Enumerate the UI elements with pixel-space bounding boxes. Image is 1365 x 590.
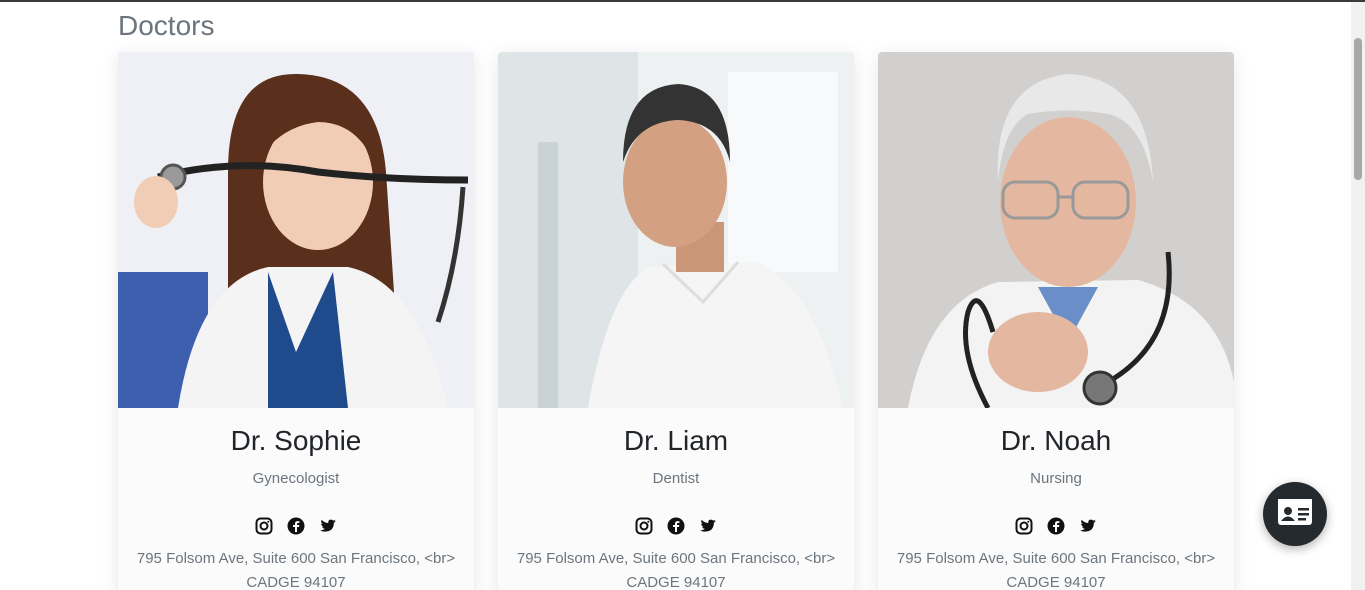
address-line-2: CADGE 94107 bbox=[626, 574, 726, 590]
doctor-photo bbox=[878, 52, 1234, 408]
contact-card-icon bbox=[1277, 498, 1313, 531]
instagram-icon[interactable] bbox=[1015, 517, 1033, 535]
doctor-specialty: Gynecologist bbox=[252, 470, 340, 487]
facebook-icon[interactable] bbox=[287, 517, 305, 535]
social-links bbox=[878, 517, 1234, 535]
social-links bbox=[498, 517, 854, 535]
twitter-icon[interactable] bbox=[1079, 517, 1097, 535]
facebook-icon[interactable] bbox=[1047, 517, 1065, 535]
doctor-card-liam: Dr. Liam Dentist 795 Folsom Ave, Suite 6… bbox=[498, 52, 854, 590]
twitter-icon[interactable] bbox=[319, 517, 337, 535]
scrollbar-thumb[interactable] bbox=[1354, 38, 1362, 180]
doctor-photo bbox=[118, 52, 474, 408]
doctor-address: 795 Folsom Ave, Suite 600 San Francisco,… bbox=[118, 547, 474, 590]
contact-card-button[interactable] bbox=[1263, 482, 1327, 546]
instagram-icon[interactable] bbox=[635, 517, 653, 535]
instagram-icon[interactable] bbox=[255, 517, 273, 535]
address-line-1: 795 Folsom Ave, Suite 600 San Francisco,… bbox=[896, 550, 1216, 567]
doctor-card-noah: Dr. Noah Nursing 795 Folsom Ave, Suite 6… bbox=[878, 52, 1234, 590]
doctor-specialty: Nursing bbox=[1030, 470, 1082, 487]
doctor-cards: Dr. Sophie Gynecologist 795 Folsom Ave, … bbox=[118, 52, 1234, 590]
doctor-address: 795 Folsom Ave, Suite 600 San Francisco,… bbox=[878, 547, 1234, 590]
vertical-scrollbar[interactable] bbox=[1351, 2, 1365, 590]
doctor-specialty: Dentist bbox=[652, 470, 700, 487]
doctor-name: Dr. Liam bbox=[623, 425, 729, 456]
doctor-name: Dr. Noah bbox=[1000, 425, 1112, 456]
address-line-2: CADGE 94107 bbox=[1006, 574, 1106, 590]
social-links bbox=[118, 517, 474, 535]
doctor-card-sophie: Dr. Sophie Gynecologist 795 Folsom Ave, … bbox=[118, 52, 474, 590]
doctor-address: 795 Folsom Ave, Suite 600 San Francisco,… bbox=[498, 547, 854, 590]
doctor-name: Dr. Sophie bbox=[230, 425, 362, 456]
address-line-1: 795 Folsom Ave, Suite 600 San Francisco,… bbox=[136, 550, 456, 567]
doctor-photo bbox=[498, 52, 854, 408]
page-title: Doctors bbox=[118, 10, 215, 41]
facebook-icon[interactable] bbox=[667, 517, 685, 535]
twitter-icon[interactable] bbox=[699, 517, 717, 535]
address-line-1: 795 Folsom Ave, Suite 600 San Francisco,… bbox=[516, 550, 836, 567]
address-line-2: CADGE 94107 bbox=[246, 574, 346, 590]
